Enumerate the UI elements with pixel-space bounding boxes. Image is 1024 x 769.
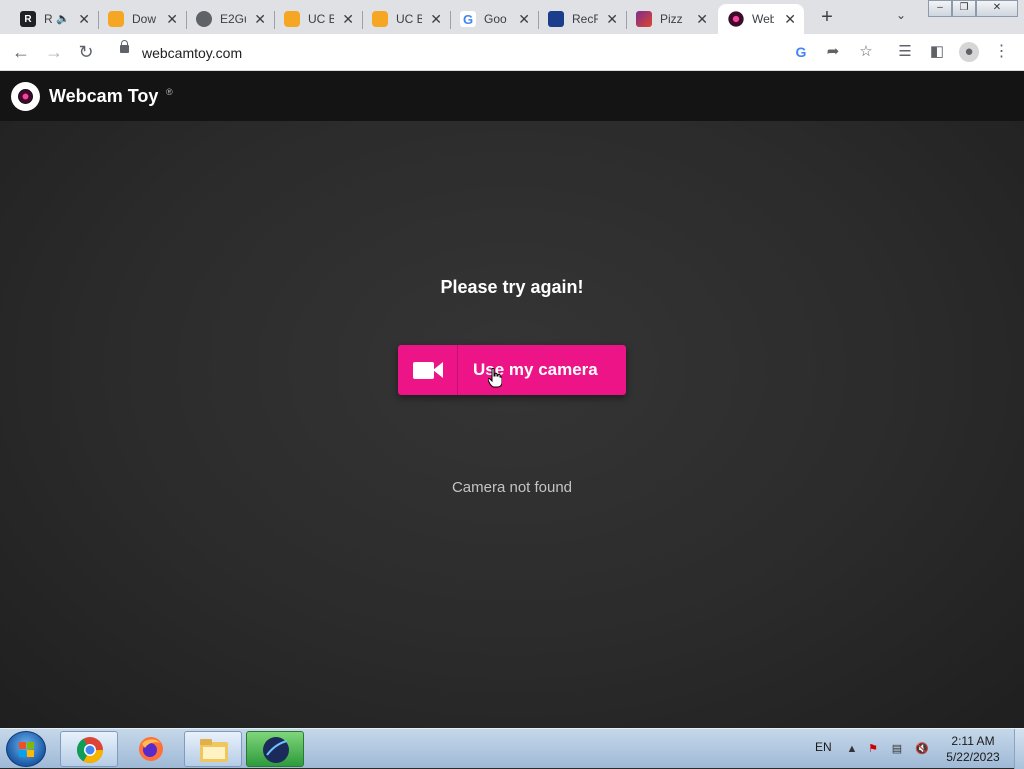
profile-avatar-icon[interactable]: ●: [959, 42, 979, 62]
webcam-toy-logo[interactable]: [11, 82, 40, 111]
show-hidden-icons-chevron-icon[interactable]: ▲: [845, 743, 859, 755]
network-icon[interactable]: ▤: [890, 743, 904, 755]
close-icon[interactable]: ✕: [342, 11, 354, 27]
taskbar-firefox[interactable]: [122, 731, 180, 767]
new-tab-button[interactable]: +: [816, 6, 838, 28]
close-icon[interactable]: ✕: [254, 11, 266, 27]
uc-browser-icon: [284, 11, 300, 27]
language-indicator[interactable]: EN: [815, 740, 832, 754]
tab-7[interactable]: RecF ✕: [538, 4, 627, 34]
hand-pointer-cursor-icon: [488, 368, 502, 388]
uc-browser-icon: [372, 11, 388, 27]
start-button[interactable]: [6, 731, 46, 767]
registered-mark: ®: [166, 87, 173, 97]
tab-webcam-toy[interactable]: Web ✕: [718, 4, 804, 34]
google-lens-icon[interactable]: G: [791, 42, 811, 62]
tab-title: Web: [752, 12, 774, 26]
windows-taskbar: EN ▲ ⚑ ▤ 🔇 2:11 AM 5/22/2023: [0, 728, 1024, 769]
tab-2[interactable]: Dow ✕: [98, 4, 187, 34]
windows-logo-icon: [19, 742, 35, 758]
close-icon[interactable]: ✕: [518, 11, 530, 27]
webcam-toy-icon: [728, 11, 744, 27]
tab-title: UC B: [308, 12, 334, 26]
close-icon[interactable]: ✕: [606, 11, 618, 27]
globe-icon: [196, 11, 212, 27]
camera-icon: [398, 345, 458, 395]
taskbar-chrome[interactable]: [60, 731, 118, 767]
error-headline: Please try again!: [440, 277, 584, 297]
reload-icon[interactable]: ↻: [74, 40, 98, 64]
forward-arrow-icon[interactable]: →: [42, 40, 66, 64]
chrome-icon: [76, 737, 104, 764]
pizza-game-icon: [636, 11, 652, 27]
tab-title: RecF: [572, 12, 598, 26]
tab-title: Goo: [484, 12, 507, 26]
tab-3[interactable]: E2Gu ✕: [186, 4, 275, 34]
tab-search-chevron-icon[interactable]: ⌄: [896, 8, 906, 22]
globe-app-icon: [263, 737, 289, 763]
tab-4[interactable]: UC B ✕: [274, 4, 363, 34]
bookmark-star-icon[interactable]: ☆: [856, 42, 876, 62]
tab-title: Pizz: [660, 12, 683, 26]
camera-body: [413, 362, 434, 379]
webcam-toy-page: Webcam Toy ® Please try again! Use my ca…: [0, 71, 1024, 728]
google-icon: G: [460, 11, 476, 27]
close-icon[interactable]: ✕: [430, 11, 442, 27]
use-my-camera-button[interactable]: Use my camera: [398, 345, 626, 395]
side-panel-icon[interactable]: ◧: [927, 42, 947, 62]
clock-time: 2:11 AM: [951, 734, 995, 748]
audio-icon[interactable]: 🔈: [56, 12, 70, 25]
tab-5[interactable]: UC B ✕: [362, 4, 451, 34]
share-icon[interactable]: ➦: [823, 42, 843, 62]
tab-strip: R R 🔈 ✕ Dow ✕ E2Gu ✕ UC B ✕ UC B ✕ G Goo…: [0, 0, 1024, 34]
tab-title: E2Gu: [220, 12, 246, 26]
brand-name[interactable]: Webcam Toy: [49, 86, 158, 107]
tab-title: UC B: [396, 12, 422, 26]
clock-date: 5/22/2023: [946, 750, 1000, 764]
tab-title: R: [44, 12, 53, 26]
recf-site-icon: [548, 11, 564, 27]
back-arrow-icon[interactable]: ←: [9, 40, 33, 64]
browser-toolbar: ← → ↻ webcamtoy.com G ➦ ☆ ☰ ◧ ● ⋮: [0, 34, 1024, 71]
close-icon[interactable]: ✕: [78, 11, 90, 27]
action-center-flag-icon[interactable]: ⚑: [866, 743, 880, 755]
media-control-icon[interactable]: ☰: [895, 42, 915, 62]
close-icon[interactable]: ✕: [696, 11, 708, 27]
lock-icon[interactable]: [120, 40, 129, 53]
close-icon[interactable]: ✕: [784, 11, 796, 27]
close-window-button[interactable]: ✕: [976, 0, 1018, 17]
restore-button[interactable]: ❐: [952, 0, 976, 17]
show-desktop-button[interactable]: [1014, 729, 1024, 769]
download-site-icon: [108, 11, 124, 27]
tab-8[interactable]: Pizz ✕: [626, 4, 716, 34]
camera-lens: [433, 362, 443, 378]
minimize-button[interactable]: –: [928, 0, 952, 17]
close-icon[interactable]: ✕: [166, 11, 178, 27]
taskbar-app[interactable]: [246, 731, 304, 767]
tab-title: Dow: [132, 12, 157, 26]
menu-dots-icon[interactable]: ⋮: [991, 42, 1011, 62]
system-clock[interactable]: 2:11 AM 5/22/2023: [940, 733, 1006, 765]
tab-6[interactable]: G Goo ✕: [450, 4, 539, 34]
taskbar-file-explorer[interactable]: [184, 731, 242, 767]
tab-favicon: R: [20, 11, 36, 27]
url-text[interactable]: webcamtoy.com: [142, 45, 242, 61]
folder-icon: [200, 739, 228, 762]
address-bar[interactable]: webcamtoy.com: [108, 38, 884, 67]
volume-muted-icon[interactable]: 🔇: [915, 743, 929, 755]
firefox-icon: [139, 737, 163, 761]
site-header: Webcam Toy ®: [0, 71, 1024, 121]
tab-1[interactable]: R R 🔈 ✕: [10, 4, 99, 34]
camera-status-text: Camera not found: [451, 479, 573, 496]
